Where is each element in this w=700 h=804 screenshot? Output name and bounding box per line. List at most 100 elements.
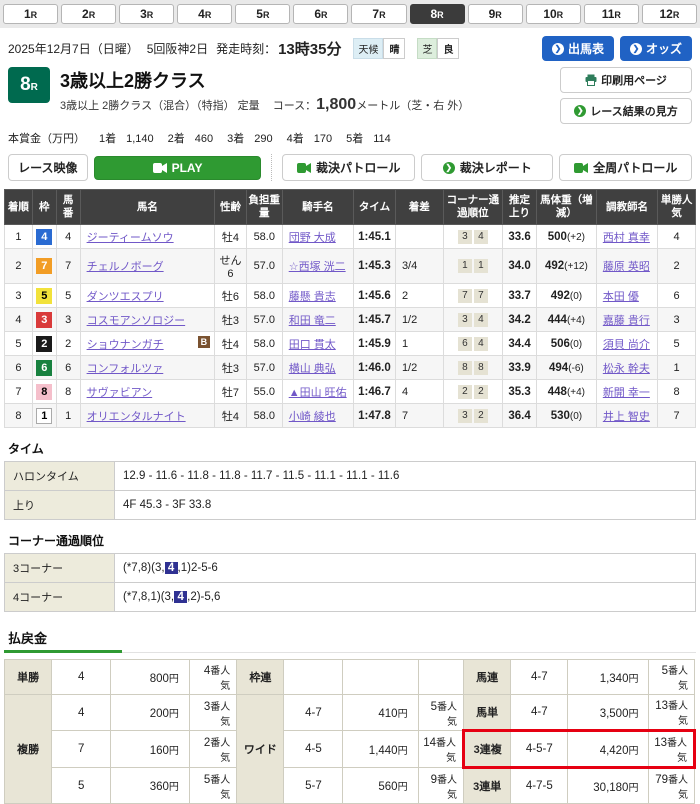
wide-combo: 5-7 xyxy=(284,768,343,804)
rank: 6 xyxy=(5,356,33,380)
tab-11r[interactable]: 11R xyxy=(584,4,639,24)
payout-section-title: 払戻金 xyxy=(8,628,692,647)
quinella-combo: 4-7 xyxy=(511,660,568,695)
rank: 1 xyxy=(5,225,33,249)
win-popularity: 3 xyxy=(658,308,696,332)
arrow-circle-icon: ❯ xyxy=(630,43,642,55)
rank: 5 xyxy=(5,332,33,356)
trainer-link[interactable]: 嘉藤 貴行 xyxy=(603,315,650,327)
trainer-link[interactable]: 新開 幸一 xyxy=(603,387,650,399)
horse-weight: 500(+2) xyxy=(536,225,596,249)
horse-name-link[interactable]: コンフォルツァ xyxy=(87,363,164,375)
sex-age: 牡6 xyxy=(215,284,247,308)
prize-money-row: 本賞金（万円） 1着1,140 2着460 3着290 4着170 5着114 xyxy=(0,126,700,150)
corner-positions: 32 xyxy=(443,404,502,428)
trainer-link[interactable]: 須貝 尚介 xyxy=(603,339,650,351)
tab-2r[interactable]: 2R xyxy=(61,4,116,24)
race-number-badge: 8R xyxy=(8,67,50,103)
corner-positions: 77 xyxy=(443,284,502,308)
quinella-popularity: 5番人気 xyxy=(649,660,695,695)
race-date: 2025年12月7日（日曜） xyxy=(8,40,139,57)
jockey-link[interactable]: 田口 貫太 xyxy=(289,339,336,351)
entries-button[interactable]: ❯ 出馬表 xyxy=(542,36,614,61)
finish-time: 1:46.0 xyxy=(354,356,396,380)
corner-positions: 11 xyxy=(443,249,502,284)
tab-5r[interactable]: 5R xyxy=(235,4,290,24)
jockey-link[interactable]: ☆西塚 洸二 xyxy=(289,261,346,273)
trainer-link[interactable]: 井上 智史 xyxy=(603,411,650,423)
tab-9r[interactable]: 9R xyxy=(468,4,523,24)
corner-positions: 34 xyxy=(443,308,502,332)
load-weight: 58.0 xyxy=(246,332,282,356)
jockey-link[interactable]: 横山 典弘 xyxy=(289,363,336,375)
trainer-link[interactable]: 西村 真幸 xyxy=(603,232,650,244)
blinker-badge: B xyxy=(198,336,211,348)
horse-weight: 494(-6) xyxy=(536,356,596,380)
tab-3r[interactable]: 3R xyxy=(119,4,174,24)
margin: 1/2 xyxy=(395,308,443,332)
video-camera-icon xyxy=(574,163,588,173)
tab-10r[interactable]: 10R xyxy=(526,4,581,24)
video-camera-icon xyxy=(153,163,167,173)
margin xyxy=(395,225,443,249)
jockey-link[interactable]: 和田 竜二 xyxy=(289,315,336,327)
horse-weight: 506(0) xyxy=(536,332,596,356)
payout-row-4: 5 360円 5番人気 5-7 560円 9番人気 3連単 4-7-5 30,1… xyxy=(5,768,695,804)
corner4-label: 4コーナー xyxy=(5,583,115,612)
trainer-link[interactable]: 松永 幹夫 xyxy=(603,363,650,375)
wide-combo: 4-5 xyxy=(284,731,343,768)
video-button-row: レース映像 PLAY 裁決パトロール ❯ 裁決レポート 全周パトロール xyxy=(0,150,700,187)
bracket-quinella-popularity xyxy=(418,660,463,695)
place-popularity: 2番人気 xyxy=(189,731,236,768)
finish-time: 1:45.1 xyxy=(354,225,396,249)
tab-1r[interactable]: 1R xyxy=(3,4,58,24)
corner-positions: 88 xyxy=(443,356,502,380)
finish-time: 1:46.7 xyxy=(354,380,396,404)
horse-name-link[interactable]: サヴァビアン xyxy=(87,387,153,399)
corner-positions: 22 xyxy=(443,380,502,404)
horse-name-link[interactable]: コスモアンソロジー xyxy=(87,315,186,327)
win-popularity: 2 xyxy=(658,249,696,284)
tab-12r[interactable]: 12R xyxy=(642,4,697,24)
tab-8r-active[interactable]: 8R xyxy=(410,4,465,24)
place-combo: 5 xyxy=(52,768,111,804)
horse-name-link[interactable]: ジーティームソウ xyxy=(87,232,174,244)
jockey-link[interactable]: 小崎 綾也 xyxy=(289,411,336,423)
steward-patrol-button[interactable]: 裁決パトロール xyxy=(282,154,415,181)
win-popularity: 8 xyxy=(658,380,696,404)
jockey-link[interactable]: 団野 大成 xyxy=(289,232,336,244)
tab-6r[interactable]: 6R xyxy=(293,4,348,24)
horse-name-link[interactable]: ショウナンガチ xyxy=(87,339,164,351)
time-section-title: タイム xyxy=(8,440,692,457)
exacta-amount: 3,500円 xyxy=(568,695,649,731)
steward-report-button[interactable]: ❯ 裁決レポート xyxy=(421,154,554,181)
trainer-link[interactable]: 藤原 英昭 xyxy=(603,261,650,273)
last-3f: 33.6 xyxy=(503,225,537,249)
margin: 1/2 xyxy=(395,356,443,380)
full-patrol-button[interactable]: 全周パトロール xyxy=(559,154,692,181)
play-button[interactable]: PLAY xyxy=(94,156,262,180)
print-page-button[interactable]: 印刷用ページ xyxy=(560,67,692,93)
frame-badge: 5 xyxy=(36,288,52,304)
trainer-link[interactable]: 本田 優 xyxy=(603,291,639,303)
win-amount: 800円 xyxy=(111,660,190,695)
horse-name-link[interactable]: ダンツエスプリ xyxy=(87,291,164,303)
tab-7r[interactable]: 7R xyxy=(351,4,406,24)
printer-icon xyxy=(585,74,597,86)
odds-button[interactable]: ❯ オッズ xyxy=(620,36,692,61)
results-guide-button[interactable]: ❯ レース結果の見方 xyxy=(560,98,692,124)
divider xyxy=(271,154,272,181)
margin: 3/4 xyxy=(395,249,443,284)
win-label: 単勝 xyxy=(5,660,52,695)
wide-label: ワイド xyxy=(237,695,284,804)
jockey-link[interactable]: 藤懸 貴志 xyxy=(289,291,336,303)
horse-name-link[interactable]: チェルノボーグ xyxy=(87,261,164,273)
prize-1st: 1着1,140 xyxy=(99,130,154,146)
winner-position-highlight: 4 xyxy=(165,562,178,574)
frame-badge: 4 xyxy=(36,229,52,245)
payout-row-2: 複勝 4 200円 3番人気 ワイド 4-7 410円 5番人気 馬単 4-7 … xyxy=(5,695,695,731)
tab-4r[interactable]: 4R xyxy=(177,4,232,24)
last-3f: 36.4 xyxy=(503,404,537,428)
horse-name-link[interactable]: オリエンタルナイト xyxy=(87,411,186,423)
jockey-link[interactable]: ▲田山 旺佑 xyxy=(289,387,347,399)
